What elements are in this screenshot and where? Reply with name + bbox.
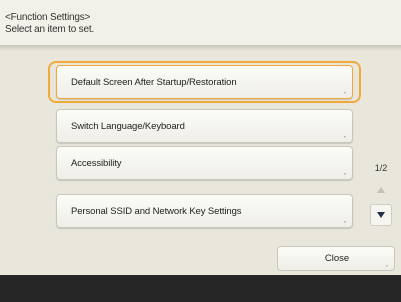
close-label: Close xyxy=(324,253,350,264)
screen-instruction: Select an item to set. xyxy=(5,24,94,35)
triangle-down-icon xyxy=(377,212,385,218)
header-divider xyxy=(0,45,401,51)
screen-title: <Function Settings> xyxy=(5,12,91,23)
corner-mark-icon: ˏ xyxy=(343,166,346,175)
item-label: Switch Language/Keyboard xyxy=(71,121,185,132)
item-default-screen-after-startup[interactable]: Default Screen After Startup/Restoration… xyxy=(56,65,353,99)
corner-mark-icon: ˏ xyxy=(343,85,346,94)
item-label: Personal SSID and Network Key Settings xyxy=(71,206,242,217)
status-bar xyxy=(0,275,401,302)
page-indicator: 1/2 xyxy=(374,163,388,173)
corner-mark-icon: ˏ xyxy=(343,129,346,138)
item-personal-ssid-network-key[interactable]: Personal SSID and Network Key Settings ˏ xyxy=(56,194,353,228)
corner-mark-icon: ˏ xyxy=(385,258,388,267)
item-accessibility[interactable]: Accessibility ˏ xyxy=(56,146,353,180)
header: <Function Settings> Select an item to se… xyxy=(0,0,401,45)
item-label: Default Screen After Startup/Restoration xyxy=(71,77,237,88)
triangle-up-icon xyxy=(377,187,385,193)
corner-mark-icon: ˏ xyxy=(343,214,346,223)
scroll-up-button[interactable] xyxy=(370,179,392,201)
item-label: Accessibility xyxy=(71,158,122,169)
item-switch-language-keyboard[interactable]: Switch Language/Keyboard ˏ xyxy=(56,109,353,143)
close-button[interactable]: Close ˏ xyxy=(277,246,395,271)
scroll-down-button[interactable] xyxy=(370,204,392,226)
